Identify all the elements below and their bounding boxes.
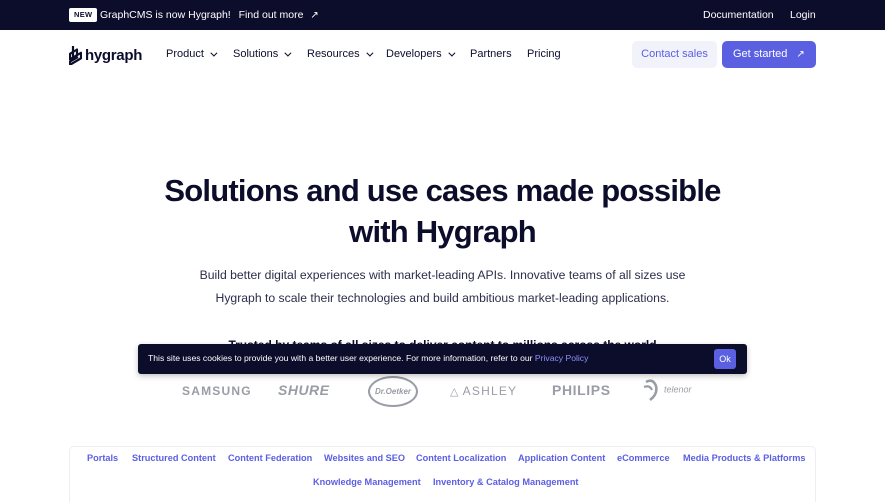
nav-partners[interactable]: Partners: [470, 48, 512, 61]
nav-label: Solutions: [233, 48, 279, 60]
telenor-mark-icon: [643, 379, 658, 402]
subtitle-line-1: Build better digital experiences with ma…: [199, 268, 686, 282]
arrow-up-right-icon: ↗: [310, 10, 319, 21]
announcement-bar: NEW GraphCMS is now Hygraph! Find out mo…: [0, 0, 885, 30]
nav-label: Developers: [386, 48, 442, 60]
login-link[interactable]: Login: [790, 9, 816, 21]
page-title: Solutions and use cases made possible wi…: [0, 170, 885, 252]
new-badge: NEW: [69, 8, 98, 22]
telenor-logo: telenor: [642, 378, 692, 402]
chevron-down-icon: [284, 49, 292, 57]
nav-label: Partners: [470, 48, 512, 60]
cookie-message: This site uses cookies to provide you wi…: [148, 353, 533, 363]
tab-media-products[interactable]: Media Products & Platforms: [683, 453, 806, 464]
tab-inventory-catalog[interactable]: Inventory & Catalog Management: [433, 477, 579, 488]
cookie-banner: This site uses cookies to provide you wi…: [138, 344, 747, 374]
tab-application-content[interactable]: Application Content: [518, 453, 605, 464]
page-subtitle: Build better digital experiences with ma…: [0, 264, 885, 309]
nav-solutions[interactable]: Solutions: [233, 48, 292, 61]
tab-content-localization[interactable]: Content Localization: [416, 453, 506, 464]
nav-pricing[interactable]: Pricing: [527, 48, 561, 61]
chevron-down-icon: [365, 49, 374, 57]
cookie-ok-button[interactable]: Ok: [714, 349, 736, 369]
tab-portals[interactable]: Portals: [87, 453, 118, 464]
documentation-link[interactable]: Documentation: [703, 9, 774, 21]
nav-label: Resources: [307, 48, 360, 60]
contact-sales-button[interactable]: Contact sales: [632, 41, 717, 68]
announcement-message[interactable]: GraphCMS is now Hygraph! Find out more ↗: [100, 9, 319, 22]
use-case-tabs: Portals Structured Content Content Feder…: [69, 446, 816, 502]
announcement-text: GraphCMS is now Hygraph!: [100, 9, 231, 21]
arrow-up-right-icon: ↗: [796, 49, 805, 60]
hygraph-logo[interactable]: hygraph: [69, 44, 142, 66]
get-started-label: Get started: [733, 48, 788, 60]
nav-label: Product: [166, 48, 204, 60]
main-header: hygraph Product Solutions Resources Deve…: [0, 30, 885, 80]
tab-content-federation[interactable]: Content Federation: [228, 453, 312, 464]
logo-text: hygraph: [85, 46, 143, 64]
nav-label: Pricing: [527, 48, 561, 60]
find-out-more-link[interactable]: Find out more: [239, 9, 304, 21]
tab-ecommerce[interactable]: eCommerce: [617, 453, 670, 464]
dr-oetker-logo: Dr.Oetker: [368, 376, 418, 407]
ashley-text: ASHLEY: [462, 384, 518, 398]
shure-logo: SHURE: [278, 382, 330, 398]
nav-product[interactable]: Product: [166, 48, 218, 61]
cookie-text: This site uses cookies to provide you wi…: [148, 353, 588, 364]
nav-developers[interactable]: Developers: [386, 48, 456, 61]
ashley-logo: △ ASHLEY: [450, 384, 517, 398]
tab-knowledge-management[interactable]: Knowledge Management: [313, 477, 421, 488]
title-line-1: Solutions and use cases made possible: [164, 173, 721, 208]
customer-logos: SAMSUNG SHURE Dr.Oetker △ ASHLEY PHILIPS …: [0, 376, 885, 408]
telenor-text: telenor: [664, 384, 692, 395]
chevron-down-icon: [210, 49, 218, 57]
subtitle-line-2: Hygraph to scale their technologies and …: [215, 290, 670, 305]
chevron-down-icon: [448, 49, 456, 57]
tab-websites-seo[interactable]: Websites and SEO: [324, 453, 405, 464]
philips-logo: PHILIPS: [552, 382, 611, 398]
nav-resources[interactable]: Resources: [307, 48, 374, 61]
tab-structured-content[interactable]: Structured Content: [132, 453, 216, 464]
ashley-mark-icon: △: [450, 386, 460, 398]
samsung-logo: SAMSUNG: [182, 384, 252, 398]
title-line-2: with Hygraph: [349, 214, 537, 249]
get-started-button[interactable]: Get started ↗: [722, 41, 816, 68]
privacy-policy-link[interactable]: Privacy Policy: [535, 353, 588, 363]
hygraph-logo-icon: [69, 45, 82, 65]
